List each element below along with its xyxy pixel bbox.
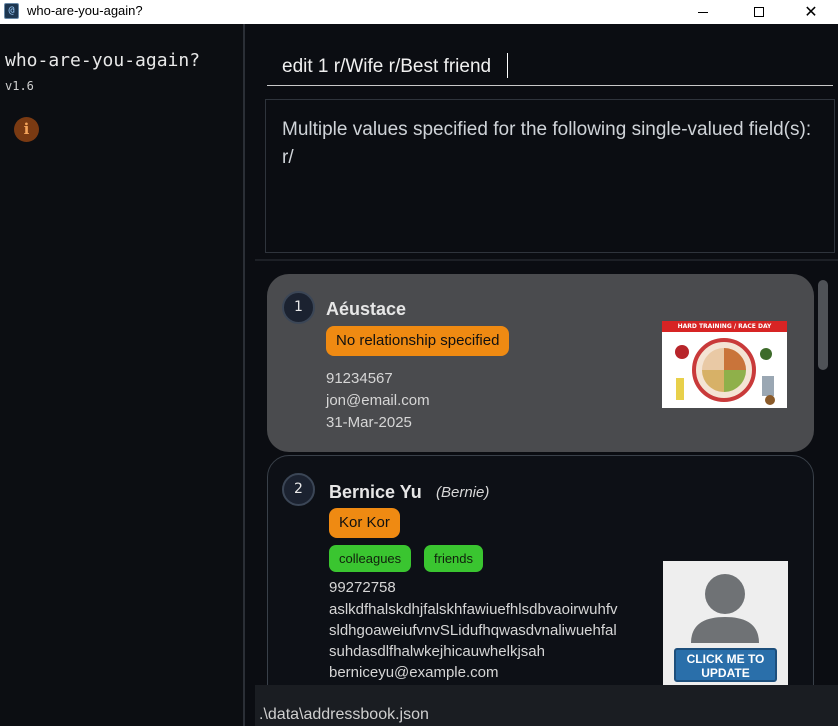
person-address-line: suhdasdlfhalwkejhicauwhelkjsah	[329, 643, 545, 660]
plate-illustration	[675, 338, 775, 405]
person-name: Aéustace	[326, 299, 407, 319]
tag-friends: friends	[424, 545, 484, 572]
app-version: v1.6	[5, 79, 34, 93]
save-location: .\data\addressbook.json	[259, 706, 429, 723]
result-display: Multiple values specified for the follow…	[265, 99, 835, 253]
person-index: 1	[282, 291, 315, 324]
window-title: who-are-you-again?	[27, 3, 143, 18]
app-name: who-are-you-again?	[5, 50, 201, 71]
person-address-line: aslkdfhalskdhjfalskhfawiuefhlsdbvaoirwuh…	[329, 601, 618, 618]
close-button[interactable]: ✕	[788, 0, 834, 24]
status-bar: .\data\addressbook.json	[255, 685, 838, 726]
person-nickname: (Bernie)	[436, 484, 490, 501]
person-email: jon@email.com	[326, 392, 430, 409]
app-icon: @	[4, 3, 19, 19]
update-photo-button[interactable]: CLICK ME TO UPDATE	[674, 648, 777, 682]
title-bar: @ who-are-you-again? ✕	[0, 0, 838, 24]
list-scrollbar[interactable]	[818, 280, 828, 370]
person-photo-placeholder[interactable]: CLICK ME TO UPDATE	[663, 561, 788, 685]
person-index: 2	[282, 473, 315, 506]
person-photo[interactable]: HARD TRAINING / RACE DAY	[662, 321, 787, 408]
person-card[interactable]: 2 Bernice Yu (Bernie) Kor Kor colleagues…	[267, 455, 814, 685]
text-caret	[507, 53, 508, 78]
close-icon: ✕	[804, 2, 818, 21]
info-icon[interactable]: i	[14, 117, 39, 142]
person-address-line: sldhgoaweiufvnvSLidufhqwasdvnaliwuehfal	[329, 622, 617, 639]
person-list[interactable]: 1 Aéustace No relationship specified 912…	[255, 262, 838, 685]
person-phone: 99272758	[329, 579, 396, 596]
relationship-badge: No relationship specified	[326, 326, 510, 356]
person-name: Bernice Yu	[329, 482, 422, 502]
command-box	[255, 34, 835, 92]
minimize-icon	[698, 11, 708, 13]
person-phone: 91234567	[326, 370, 393, 387]
result-message: Multiple values specified for the follow…	[282, 119, 812, 168]
user-silhouette-icon	[691, 574, 759, 643]
minimize-button[interactable]	[680, 0, 726, 24]
person-card-selected[interactable]: 1 Aéustace No relationship specified 912…	[267, 274, 814, 452]
person-date: 31-Mar-2025	[326, 414, 412, 431]
photo-caption: HARD TRAINING / RACE DAY	[662, 321, 787, 332]
tag-colleagues: colleagues	[329, 545, 412, 572]
relationship-badge: Kor Kor	[329, 508, 400, 538]
sidebar: who-are-you-again? v1.6 i	[0, 24, 245, 726]
maximize-button[interactable]	[736, 0, 782, 24]
command-input[interactable]	[267, 48, 833, 86]
divider	[255, 259, 838, 261]
maximize-icon	[754, 7, 764, 17]
person-email: berniceyu@example.com	[329, 664, 499, 681]
